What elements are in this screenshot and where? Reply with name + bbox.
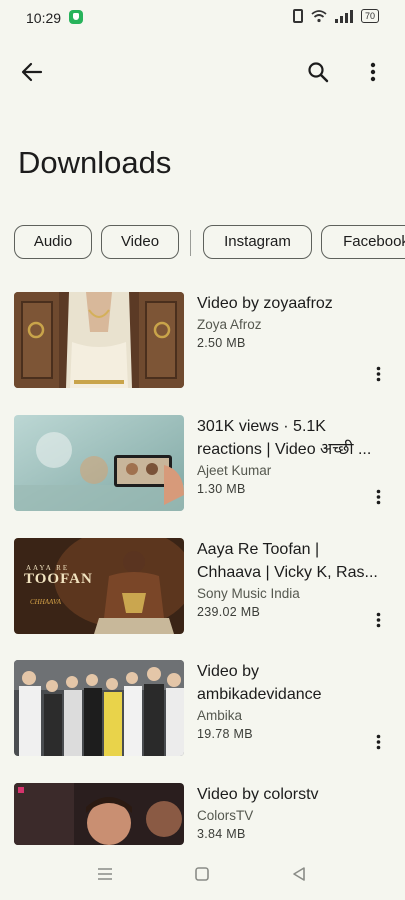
video-size: 239.02 MB — [197, 605, 261, 619]
status-time: 10:29 — [26, 10, 62, 26]
video-author: Sony Music India — [197, 586, 300, 601]
video-author: Ambika — [197, 708, 243, 723]
item-more-button[interactable] — [366, 362, 390, 386]
video-thumbnail[interactable] — [14, 415, 184, 511]
chip-instagram[interactable]: Instagram — [203, 225, 312, 259]
video-title: Video by zoyaafroz — [197, 295, 333, 312]
search-button[interactable] — [300, 54, 336, 90]
chip-audio[interactable]: Audio — [14, 225, 92, 259]
chip-divider — [190, 230, 191, 256]
video-author: Zoya Afroz — [197, 317, 262, 332]
list-item[interactable]: Video by ambikadevidance Ambika 19.78 MB — [0, 660, 405, 756]
page-title: Downloads — [18, 145, 172, 180]
nav-back-button[interactable] — [287, 862, 311, 886]
video-author: Ajeet Kumar — [197, 463, 272, 478]
list-item[interactable]: 301K views · 5.1K reactions | Video अच्छ… — [0, 415, 405, 511]
status-bar: 10:29 70 — [0, 0, 405, 36]
video-thumbnail[interactable] — [14, 292, 184, 388]
video-size: 3.84 MB — [197, 827, 246, 841]
more-options-button[interactable] — [355, 54, 391, 90]
poster-text-line3: CHHAAVA — [30, 598, 62, 606]
video-thumbnail[interactable]: AAYA RE TOOFAN CHHAAVA — [14, 538, 184, 634]
wifi-icon — [311, 10, 327, 23]
item-more-button[interactable] — [366, 730, 390, 754]
search-icon — [308, 62, 329, 83]
video-thumbnail[interactable] — [14, 660, 184, 756]
video-size: 1.30 MB — [197, 482, 246, 496]
more-vert-icon — [376, 612, 380, 628]
more-vert-icon — [370, 62, 376, 82]
status-icons: 70 — [292, 9, 379, 23]
video-title: Video by ambikadevidance — [197, 663, 322, 703]
chip-video[interactable]: Video — [101, 225, 179, 259]
list-item[interactable]: AAYA RE TOOFAN CHHAAVA Aaya Re Toofan | … — [0, 538, 405, 634]
shield-icon — [69, 10, 83, 24]
list-item[interactable]: Video by zoyaafroz Zoya Afroz 2.50 MB — [0, 292, 405, 388]
video-size: 2.50 MB — [197, 336, 246, 350]
system-nav-bar — [0, 846, 405, 900]
more-vert-icon — [376, 489, 380, 505]
list-item[interactable]: Video by colorstv ColorsTV 3.84 MB — [0, 783, 405, 845]
nav-home-button[interactable] — [190, 862, 214, 886]
vibrate-icon — [292, 9, 303, 23]
more-vert-icon — [376, 734, 380, 750]
triangle-back-icon — [293, 867, 305, 881]
back-button[interactable] — [14, 54, 50, 90]
video-thumbnail[interactable] — [14, 783, 184, 845]
square-icon — [195, 867, 209, 881]
video-author: ColorsTV — [197, 808, 254, 823]
filter-chips: Audio Video Instagram Facebook — [14, 225, 405, 261]
menu-icon — [98, 868, 112, 880]
item-more-button[interactable] — [366, 608, 390, 632]
arrow-left-icon — [21, 62, 43, 82]
more-vert-icon — [376, 366, 380, 382]
nav-recents-button[interactable] — [93, 862, 117, 886]
poster-text-line2: TOOFAN — [24, 571, 93, 587]
video-size: 19.78 MB — [197, 727, 253, 741]
battery-icon: 70 — [360, 9, 379, 23]
video-title: Aaya Re Toofan | Chhaava | Vicky K, Ras.… — [197, 541, 378, 581]
item-more-button[interactable] — [366, 485, 390, 509]
video-title: Video by colorstv — [197, 786, 319, 803]
signal-icon — [334, 9, 353, 23]
chip-facebook[interactable]: Facebook — [321, 225, 405, 259]
app-bar — [0, 50, 405, 94]
video-title: 301K views · 5.1K reactions | Video अच्छ… — [197, 418, 372, 458]
